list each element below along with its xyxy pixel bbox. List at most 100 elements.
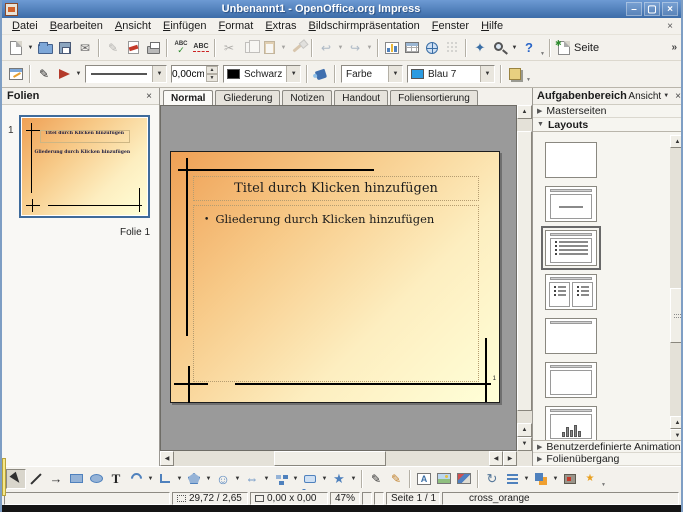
tab-normal[interactable]: Normal: [163, 90, 213, 105]
area-dialog-icon[interactable]: [311, 64, 331, 84]
flowchart-dropdown-icon[interactable]: ▼: [291, 469, 300, 489]
status-page-cell[interactable]: Seite 1 / 1: [386, 492, 440, 505]
toolbar-overflow-icon[interactable]: »: [671, 42, 677, 53]
menu-datei[interactable]: Datei: [6, 19, 44, 33]
redo-dropdown-icon[interactable]: ▼: [365, 38, 374, 58]
edit-file-icon[interactable]: ✎: [103, 38, 123, 58]
text-tool-icon[interactable]: T: [106, 469, 126, 489]
format-paintbrush-icon[interactable]: [288, 38, 308, 58]
insert-chart-icon[interactable]: [382, 38, 402, 58]
outline-placeholder[interactable]: •Gliederung durch Klicken hinzufügen: [193, 205, 479, 382]
connector-tool-icon[interactable]: [155, 469, 175, 489]
rectangle-tool-icon[interactable]: [66, 469, 86, 489]
auto-spellcheck-icon[interactable]: ABC: [191, 38, 211, 58]
maximize-icon[interactable]: ▢: [644, 2, 660, 16]
slide-properties-icon[interactable]: [6, 64, 26, 84]
menu-format[interactable]: Format: [212, 19, 259, 33]
scroll-up-icon[interactable]: ▲: [517, 105, 532, 119]
scroll-up2-icon[interactable]: ▲: [517, 423, 532, 437]
symbol-shapes-dropdown-icon[interactable]: ▼: [233, 469, 242, 489]
ellipse-tool-icon[interactable]: [86, 469, 106, 489]
layout-title-centered-text[interactable]: [545, 186, 597, 222]
arrow-style-icon[interactable]: [54, 64, 74, 84]
scroll-right-icon[interactable]: ▶: [503, 451, 517, 466]
arrow-tool-icon[interactable]: →: [46, 469, 66, 489]
status-size-cell[interactable]: 0,00 x 0,00: [250, 492, 328, 505]
print-icon[interactable]: [143, 38, 163, 58]
task-pane-close-icon[interactable]: ×: [675, 91, 681, 102]
copy-icon[interactable]: [239, 38, 259, 58]
flowchart-icon[interactable]: [271, 469, 291, 489]
document-as-email-icon[interactable]: ✉: [75, 38, 95, 58]
symbol-shapes-icon[interactable]: ☺: [213, 469, 233, 489]
new-document-icon[interactable]: [6, 38, 26, 58]
line-color-select[interactable]: Schwarz ▼: [223, 65, 301, 83]
stars-dropdown-icon[interactable]: ▼: [349, 469, 358, 489]
status-zoom-cell[interactable]: 47%: [330, 492, 360, 505]
zoom-dropdown-icon[interactable]: ▼: [510, 38, 519, 58]
fill-color-select[interactable]: Blau 7 ▼: [407, 65, 495, 83]
close-icon[interactable]: ×: [662, 2, 678, 16]
callouts-icon[interactable]: [300, 469, 320, 489]
redo-icon[interactable]: ↪: [345, 38, 365, 58]
line-tool-icon[interactable]: [26, 469, 46, 489]
tp-scroll-up-icon[interactable]: ▲: [670, 135, 683, 148]
toolbar-handle-icon[interactable]: ▼: [539, 39, 546, 57]
from-file-icon[interactable]: [434, 469, 454, 489]
horizontal-scrollbar[interactable]: ◀ ◀ ▶: [160, 451, 517, 466]
align-icon[interactable]: [502, 469, 522, 489]
toolbar2-handle-icon[interactable]: ▼: [525, 65, 532, 83]
select-tool-icon[interactable]: [6, 469, 26, 489]
menu-bearbeiten[interactable]: Bearbeiten: [44, 19, 109, 33]
task-pane-scrollbar[interactable]: ▲ ▲ ▼: [670, 135, 683, 442]
tab-foliensortierung[interactable]: Foliensortierung: [390, 90, 478, 105]
layout-title-content[interactable]: [545, 230, 597, 266]
horizontal-scroll-thumb[interactable]: [274, 451, 386, 466]
scroll-down-icon[interactable]: ▼: [517, 437, 532, 451]
grid-icon[interactable]: [442, 38, 462, 58]
layout-title-two-content[interactable]: [545, 274, 597, 310]
tab-handout[interactable]: Handout: [334, 90, 388, 105]
tab-gliederung[interactable]: Gliederung: [215, 90, 280, 105]
arrow-style-dropdown-icon[interactable]: ▼: [74, 64, 83, 84]
export-pdf-icon[interactable]: [123, 38, 143, 58]
gallery-icon[interactable]: [454, 469, 474, 489]
scroll-left2-icon[interactable]: ◀: [489, 451, 503, 466]
vertical-scrollbar[interactable]: ▲ ▲ ▼: [517, 105, 532, 451]
rotate-icon[interactable]: ↻: [482, 469, 502, 489]
line-width-field[interactable]: ▲▼: [171, 65, 219, 83]
block-arrows-icon[interactable]: ⇔: [242, 469, 262, 489]
glue-points-icon[interactable]: ✎: [386, 469, 406, 489]
task-pane-view-dropdown-icon[interactable]: ▼: [663, 93, 669, 99]
arrange-dropdown-icon[interactable]: ▼: [551, 469, 560, 489]
line-style-select[interactable]: ▼: [85, 65, 167, 83]
menu-hilfe[interactable]: Hilfe: [475, 19, 509, 33]
vertical-scroll-thumb[interactable]: [517, 131, 532, 411]
workspace[interactable]: Titel durch Klicken hinzufügen •Gliederu…: [160, 105, 517, 451]
help-icon[interactable]: ?: [519, 38, 539, 58]
paste-dropdown-icon[interactable]: ▼: [279, 38, 288, 58]
undo-dropdown-icon[interactable]: ▼: [336, 38, 345, 58]
basic-shapes-icon[interactable]: [184, 469, 204, 489]
fontwork-icon[interactable]: A: [414, 469, 434, 489]
scroll-left-icon[interactable]: ◀: [160, 451, 174, 466]
task-pane-view-menu[interactable]: Ansicht: [628, 91, 661, 102]
layout-title-chart[interactable]: [545, 406, 597, 442]
undo-icon[interactable]: ↩: [316, 38, 336, 58]
open-icon[interactable]: [35, 38, 55, 58]
zoom-icon[interactable]: [490, 38, 510, 58]
interaction-icon[interactable]: [560, 469, 580, 489]
new-document-dropdown-icon[interactable]: ▼: [26, 38, 35, 58]
curve-dropdown-icon[interactable]: ▼: [146, 469, 155, 489]
paste-icon[interactable]: [259, 38, 279, 58]
stars-icon[interactable]: ★: [329, 469, 349, 489]
shadow-icon[interactable]: [505, 64, 525, 84]
fill-type-select[interactable]: Farbe ▼: [341, 65, 403, 83]
section-custom-animation[interactable]: ▶ Benutzerdefinierte Animation: [533, 440, 683, 453]
block-arrows-dropdown-icon[interactable]: ▼: [262, 469, 271, 489]
page-button[interactable]: ✱ Seite: [554, 41, 603, 55]
layout-title-frame[interactable]: [545, 362, 597, 398]
status-template-cell[interactable]: cross_orange: [442, 492, 679, 505]
section-slide-transition[interactable]: ▶ Folienübergang: [533, 453, 683, 466]
minimize-icon[interactable]: –: [626, 2, 642, 16]
